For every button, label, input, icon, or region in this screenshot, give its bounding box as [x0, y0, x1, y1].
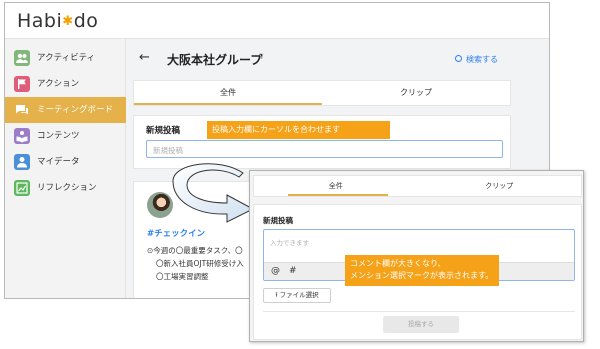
- active-tab-indicator: [288, 194, 388, 196]
- person-icon: [14, 154, 30, 170]
- sidebar-item-label: ミーティングボード: [37, 105, 113, 115]
- page-title: 大阪本社グループ: [167, 53, 263, 67]
- divider: [263, 311, 575, 312]
- callout-expanded: コメント欄が大きくなり、 メンション選択マークが表示されます。: [345, 255, 499, 286]
- sidebar-item-action[interactable]: アクション: [5, 71, 126, 97]
- habido-logo[interactable]: Habi✱do: [17, 10, 98, 32]
- people-icon: [14, 50, 30, 66]
- tab-all[interactable]: 全件: [254, 176, 418, 196]
- curved-arrow-icon: [172, 163, 255, 223]
- sidebar: アクティビティ アクション ミーティングボード コンテンツ マイデータ リフレク…: [5, 39, 126, 298]
- file-select-button[interactable]: ⭱ ファイル選択: [263, 288, 331, 303]
- logo-text: Habi: [17, 10, 63, 32]
- logo-star-icon: ✱: [62, 14, 74, 29]
- chart-icon: [14, 180, 30, 196]
- new-post-heading: 新規投稿: [146, 126, 181, 136]
- sidebar-item-my-data[interactable]: マイデータ: [5, 149, 126, 175]
- feed-line: ⊙今週の〇最重要タスク、〇: [147, 246, 243, 255]
- textarea-placeholder: 入力できます: [270, 239, 309, 247]
- sidebar-item-label: リフレクション: [37, 183, 97, 193]
- popup-tabs: 全件 クリップ: [253, 175, 582, 197]
- chat-icon: [14, 102, 30, 118]
- feed-line: 〇工場実習調整: [156, 272, 209, 281]
- sidebar-item-label: アクション: [37, 79, 80, 89]
- feed-line: 〇新入社員OJT研修受け入: [156, 259, 244, 268]
- search-link[interactable]: 検索する: [455, 54, 498, 65]
- sidebar-item-label: コンテンツ: [37, 131, 80, 141]
- callout-line: コメント欄が大きくなり、: [350, 259, 446, 268]
- callout-line: メンション選択マークが表示されます。: [350, 271, 494, 280]
- new-post-heading: 新規投稿: [263, 216, 293, 225]
- tab-clip[interactable]: クリップ: [322, 81, 510, 105]
- search-icon: [455, 55, 462, 62]
- logo-text-tail: do: [73, 10, 99, 32]
- feed-tabs: 全件 クリップ: [133, 80, 511, 106]
- sidebar-item-label: マイデータ: [37, 157, 80, 167]
- back-arrow-icon[interactable]: ←: [139, 50, 150, 65]
- callout-hover-input: 投稿入力欄にカーソルを合わせます: [207, 121, 390, 139]
- tab-all-label: 全件: [328, 182, 343, 190]
- book-icon: [14, 128, 30, 144]
- top-bar: Habi✱do: [5, 3, 549, 39]
- tab-clip[interactable]: クリップ: [418, 176, 582, 196]
- flag-icon: [14, 76, 30, 92]
- sidebar-item-activity[interactable]: アクティビティ: [5, 45, 126, 71]
- mention-at-button[interactable]: @: [271, 266, 280, 276]
- sidebar-item-label: アクティビティ: [37, 53, 96, 63]
- submit-post-button[interactable]: 投稿する: [383, 316, 459, 333]
- hashtag-button[interactable]: #: [289, 266, 297, 276]
- sidebar-item-reflection[interactable]: リフレクション: [5, 175, 126, 201]
- search-label: 検索する: [466, 55, 498, 64]
- chevron-down-icon[interactable]: ∨: [258, 52, 265, 62]
- sidebar-item-contents[interactable]: コンテンツ: [5, 123, 126, 149]
- tab-all[interactable]: 全件: [134, 81, 322, 105]
- file-select-label: ファイル選択: [279, 291, 319, 299]
- hashtag-link[interactable]: #チェックイン: [147, 227, 205, 239]
- sidebar-item-meeting-board[interactable]: ミーティングボード: [5, 97, 126, 123]
- upload-icon: ⭱: [275, 291, 278, 299]
